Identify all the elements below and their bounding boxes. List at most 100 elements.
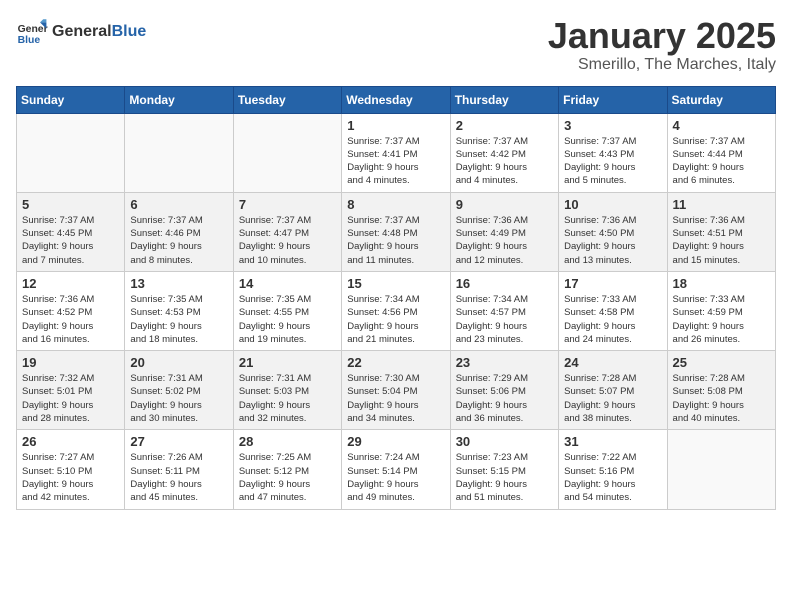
day-number: 19 (22, 355, 119, 370)
calendar-cell: 17 Sunrise: 7:33 AM Sunset: 4:58 PM Dayli… (559, 271, 667, 350)
logo-text: GeneralBlue (52, 23, 146, 41)
day-number: 6 (130, 197, 227, 212)
day-info: Sunrise: 7:28 AM Sunset: 5:08 PM Dayligh… (673, 372, 770, 425)
day-info: Sunrise: 7:35 AM Sunset: 4:55 PM Dayligh… (239, 293, 336, 346)
day-number: 7 (239, 197, 336, 212)
calendar-cell: 18Sunrise: 7:33 AM Sunset: 4:59 PM Dayli… (667, 271, 775, 350)
calendar-week-row: 19 Sunrise: 7:32 AM Sunset: 5:01 PM Dayli… (17, 351, 776, 430)
day-number: 1 (347, 118, 444, 133)
calendar-cell: 30 Sunrise: 7:23 AM Sunset: 5:15 PM Dayli… (450, 430, 558, 509)
calendar-cell: 19 Sunrise: 7:32 AM Sunset: 5:01 PM Dayli… (17, 351, 125, 430)
weekday-header: Thursday (450, 86, 558, 113)
calendar-cell: 14 Sunrise: 7:35 AM Sunset: 4:55 PM Dayli… (233, 271, 341, 350)
calendar-cell: 4Sunrise: 7:37 AM Sunset: 4:44 PM Daylig… (667, 113, 775, 192)
calendar-cell: 15Sunrise: 7:34 AM Sunset: 4:56 PM Dayli… (342, 271, 450, 350)
weekday-header: Friday (559, 86, 667, 113)
calendar-week-row: 1Sunrise: 7:37 AM Sunset: 4:41 PM Daylig… (17, 113, 776, 192)
day-number: 14 (239, 276, 336, 291)
day-info: Sunrise: 7:24 AM Sunset: 5:14 PM Dayligh… (347, 451, 444, 504)
day-number: 18 (673, 276, 770, 291)
calendar-cell (233, 113, 341, 192)
day-number: 24 (564, 355, 661, 370)
day-number: 15 (347, 276, 444, 291)
day-number: 31 (564, 434, 661, 449)
weekday-header-row: SundayMondayTuesdayWednesdayThursdayFrid… (17, 86, 776, 113)
title-block: January 2025 Smerillo, The Marches, Ital… (548, 16, 776, 74)
calendar-week-row: 26 Sunrise: 7:27 AM Sunset: 5:10 PM Dayli… (17, 430, 776, 509)
day-number: 13 (130, 276, 227, 291)
calendar-cell (125, 113, 233, 192)
calendar-title: January 2025 (548, 16, 776, 56)
day-info: Sunrise: 7:37 AM Sunset: 4:42 PM Dayligh… (456, 135, 553, 188)
calendar-week-row: 5 Sunrise: 7:37 AM Sunset: 4:45 PM Daylig… (17, 192, 776, 271)
calendar-cell (667, 430, 775, 509)
calendar-cell: 24 Sunrise: 7:28 AM Sunset: 5:07 PM Dayli… (559, 351, 667, 430)
calendar-week-row: 12 Sunrise: 7:36 AM Sunset: 4:52 PM Dayli… (17, 271, 776, 350)
calendar-table: SundayMondayTuesdayWednesdayThursdayFrid… (16, 86, 776, 510)
weekday-header: Monday (125, 86, 233, 113)
day-info: Sunrise: 7:29 AM Sunset: 5:06 PM Dayligh… (456, 372, 553, 425)
day-info: Sunrise: 7:37 AM Sunset: 4:48 PM Dayligh… (347, 214, 444, 267)
day-number: 22 (347, 355, 444, 370)
day-info: Sunrise: 7:31 AM Sunset: 5:03 PM Dayligh… (239, 372, 336, 425)
calendar-cell: 2 Sunrise: 7:37 AM Sunset: 4:42 PM Daylig… (450, 113, 558, 192)
day-info: Sunrise: 7:35 AM Sunset: 4:53 PM Dayligh… (130, 293, 227, 346)
day-number: 27 (130, 434, 227, 449)
day-info: Sunrise: 7:34 AM Sunset: 4:57 PM Dayligh… (456, 293, 553, 346)
page-header: General Blue GeneralBlue January 2025 Sm… (16, 16, 776, 74)
day-number: 4 (673, 118, 770, 133)
day-number: 29 (347, 434, 444, 449)
svg-text:Blue: Blue (18, 35, 41, 46)
day-info: Sunrise: 7:36 AM Sunset: 4:51 PM Dayligh… (673, 214, 770, 267)
calendar-cell: 1Sunrise: 7:37 AM Sunset: 4:41 PM Daylig… (342, 113, 450, 192)
weekday-header: Wednesday (342, 86, 450, 113)
calendar-cell: 26 Sunrise: 7:27 AM Sunset: 5:10 PM Dayli… (17, 430, 125, 509)
day-number: 16 (456, 276, 553, 291)
day-info: Sunrise: 7:23 AM Sunset: 5:15 PM Dayligh… (456, 451, 553, 504)
day-number: 17 (564, 276, 661, 291)
day-info: Sunrise: 7:25 AM Sunset: 5:12 PM Dayligh… (239, 451, 336, 504)
calendar-cell: 7 Sunrise: 7:37 AM Sunset: 4:47 PM Daylig… (233, 192, 341, 271)
day-number: 11 (673, 197, 770, 212)
day-info: Sunrise: 7:31 AM Sunset: 5:02 PM Dayligh… (130, 372, 227, 425)
day-number: 26 (22, 434, 119, 449)
day-info: Sunrise: 7:37 AM Sunset: 4:47 PM Dayligh… (239, 214, 336, 267)
day-number: 5 (22, 197, 119, 212)
day-info: Sunrise: 7:36 AM Sunset: 4:52 PM Dayligh… (22, 293, 119, 346)
calendar-cell: 3 Sunrise: 7:37 AM Sunset: 4:43 PM Daylig… (559, 113, 667, 192)
logo-icon: General Blue (16, 16, 48, 48)
day-number: 30 (456, 434, 553, 449)
calendar-cell: 22 Sunrise: 7:30 AM Sunset: 5:04 PM Dayli… (342, 351, 450, 430)
calendar-cell: 11 Sunrise: 7:36 AM Sunset: 4:51 PM Dayli… (667, 192, 775, 271)
day-number: 20 (130, 355, 227, 370)
weekday-header: Sunday (17, 86, 125, 113)
day-info: Sunrise: 7:33 AM Sunset: 4:58 PM Dayligh… (564, 293, 661, 346)
calendar-cell: 5 Sunrise: 7:37 AM Sunset: 4:45 PM Daylig… (17, 192, 125, 271)
day-info: Sunrise: 7:30 AM Sunset: 5:04 PM Dayligh… (347, 372, 444, 425)
day-number: 2 (456, 118, 553, 133)
day-info: Sunrise: 7:36 AM Sunset: 4:49 PM Dayligh… (456, 214, 553, 267)
day-number: 12 (22, 276, 119, 291)
day-info: Sunrise: 7:36 AM Sunset: 4:50 PM Dayligh… (564, 214, 661, 267)
day-info: Sunrise: 7:32 AM Sunset: 5:01 PM Dayligh… (22, 372, 119, 425)
day-number: 9 (456, 197, 553, 212)
day-info: Sunrise: 7:22 AM Sunset: 5:16 PM Dayligh… (564, 451, 661, 504)
calendar-cell: 27 Sunrise: 7:26 AM Sunset: 5:11 PM Dayli… (125, 430, 233, 509)
calendar-cell: 28Sunrise: 7:25 AM Sunset: 5:12 PM Dayli… (233, 430, 341, 509)
day-number: 3 (564, 118, 661, 133)
calendar-cell: 16 Sunrise: 7:34 AM Sunset: 4:57 PM Dayli… (450, 271, 558, 350)
calendar-cell: 6Sunrise: 7:37 AM Sunset: 4:46 PM Daylig… (125, 192, 233, 271)
calendar-cell: 9 Sunrise: 7:36 AM Sunset: 4:49 PM Daylig… (450, 192, 558, 271)
calendar-cell: 31 Sunrise: 7:22 AM Sunset: 5:16 PM Dayli… (559, 430, 667, 509)
calendar-cell: 25Sunrise: 7:28 AM Sunset: 5:08 PM Dayli… (667, 351, 775, 430)
calendar-cell: 21 Sunrise: 7:31 AM Sunset: 5:03 PM Dayli… (233, 351, 341, 430)
day-info: Sunrise: 7:26 AM Sunset: 5:11 PM Dayligh… (130, 451, 227, 504)
day-number: 23 (456, 355, 553, 370)
day-info: Sunrise: 7:28 AM Sunset: 5:07 PM Dayligh… (564, 372, 661, 425)
day-info: Sunrise: 7:27 AM Sunset: 5:10 PM Dayligh… (22, 451, 119, 504)
day-info: Sunrise: 7:37 AM Sunset: 4:45 PM Dayligh… (22, 214, 119, 267)
calendar-subtitle: Smerillo, The Marches, Italy (548, 56, 776, 74)
weekday-header: Saturday (667, 86, 775, 113)
day-number: 21 (239, 355, 336, 370)
day-info: Sunrise: 7:37 AM Sunset: 4:43 PM Dayligh… (564, 135, 661, 188)
